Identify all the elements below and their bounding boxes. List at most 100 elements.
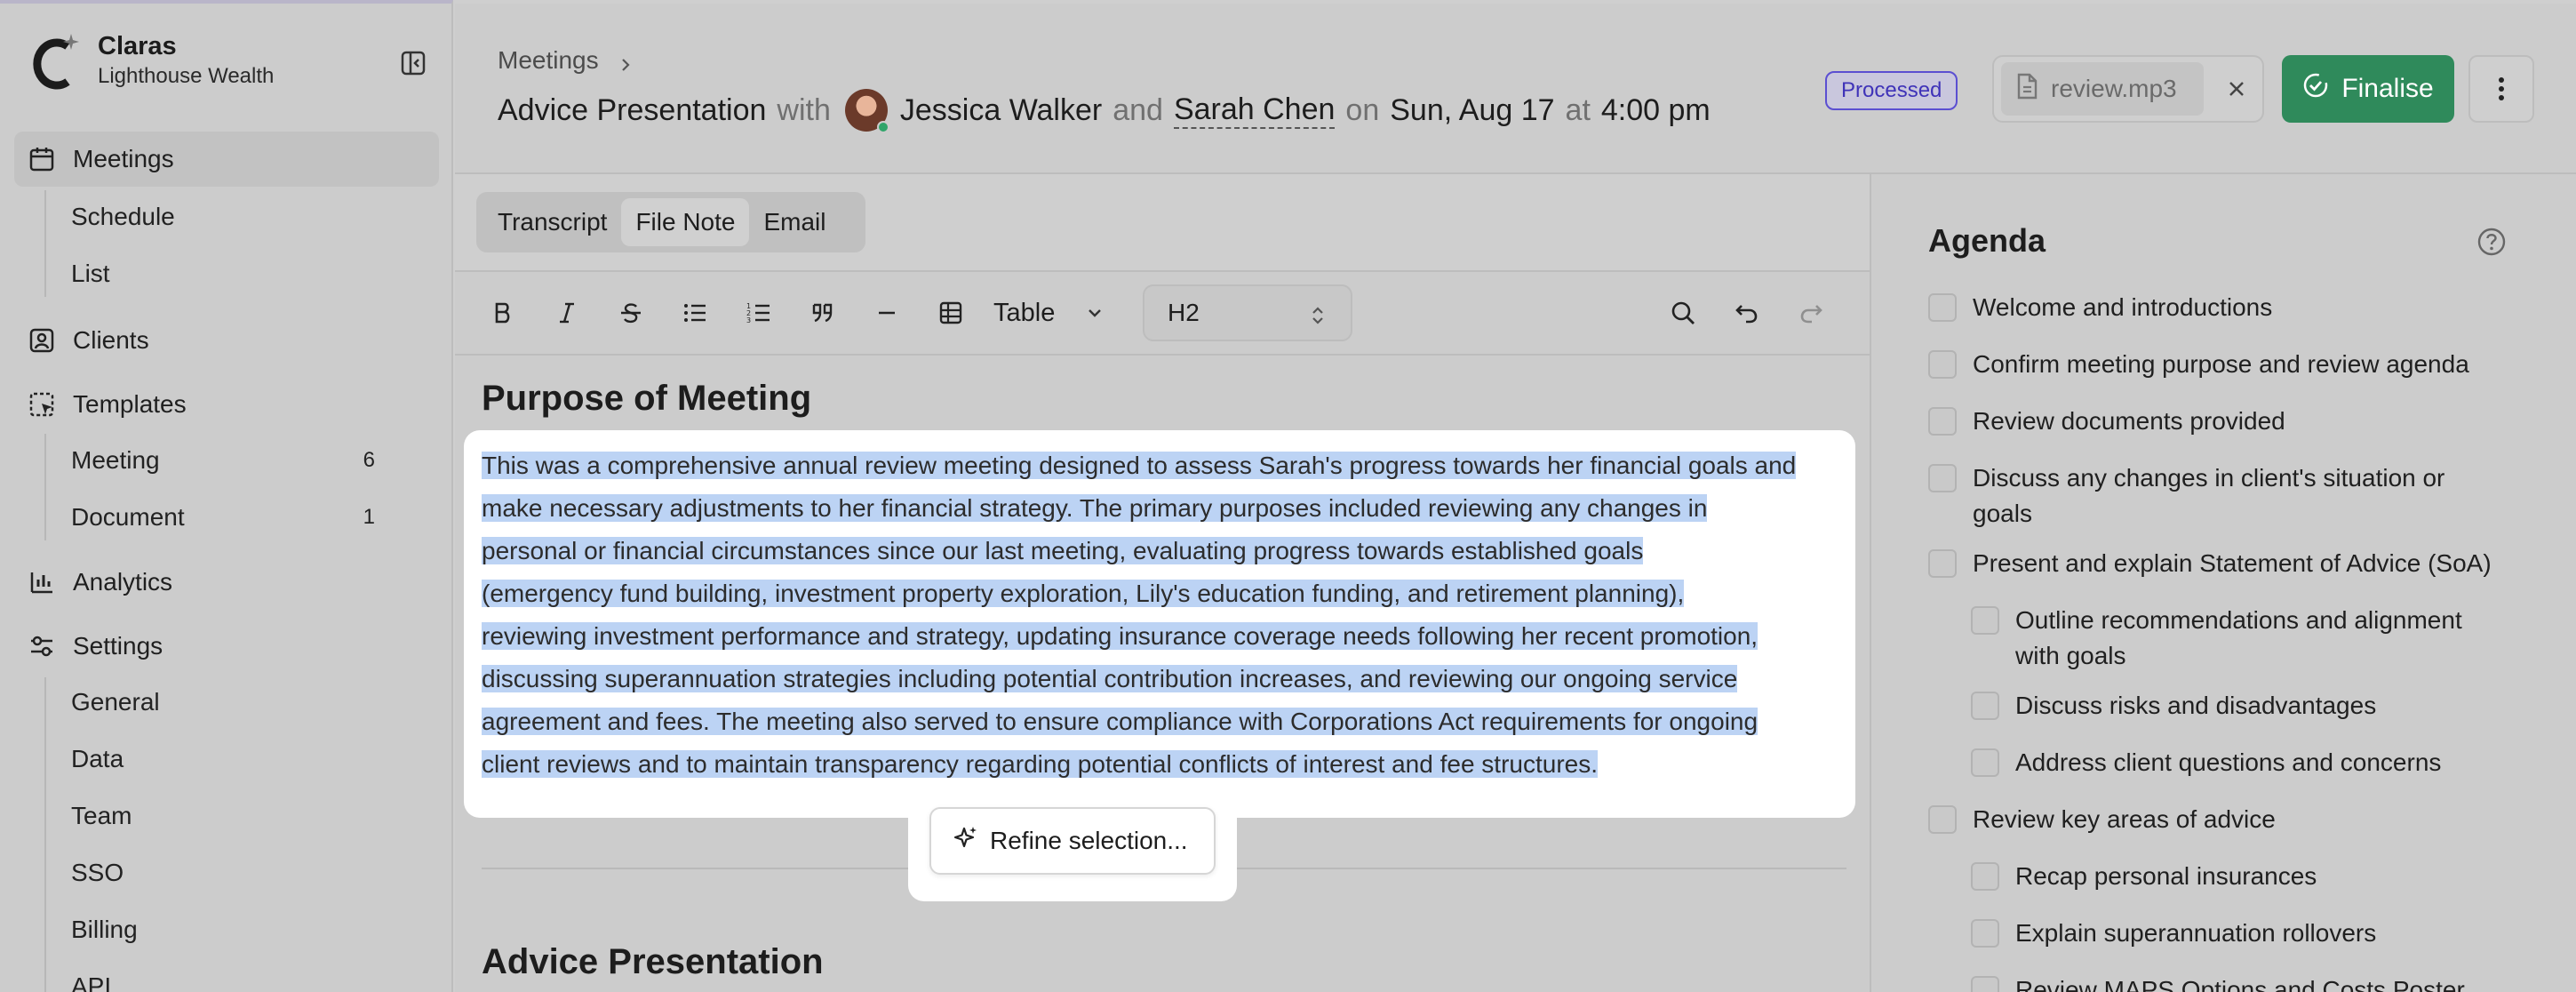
- sidebar-item-label: Billing: [71, 916, 138, 943]
- chevron-updown-icon: [1308, 304, 1328, 332]
- redo-icon[interactable]: [1793, 295, 1829, 331]
- paragraph-line: This was a comprehensive annual review m…: [482, 452, 1797, 479]
- sidebar-item-settings[interactable]: Settings: [14, 619, 439, 674]
- tab-email[interactable]: Email: [749, 198, 840, 246]
- bold-icon[interactable]: [485, 295, 521, 331]
- sidebar-item-label: Schedule: [71, 203, 175, 230]
- agenda-subitem[interactable]: Recap personal insurances: [1971, 859, 2540, 894]
- agenda-subitem[interactable]: Discuss risks and disadvantages: [1971, 688, 2540, 724]
- agenda-subitem[interactable]: Review MAPS Options and Costs Poster: [1971, 972, 2540, 992]
- sidebar-item-billing[interactable]: Billing: [71, 905, 391, 955]
- audio-file[interactable]: review.mp3: [2001, 62, 2204, 116]
- sidebar-item-api[interactable]: API: [71, 962, 391, 992]
- file-icon: [2015, 73, 2038, 106]
- sidebar-item-label: Settings: [73, 632, 163, 660]
- sidebar-item-sso[interactable]: SSO: [71, 848, 391, 898]
- file-note-editor[interactable]: Purpose of Meeting This was a comprehens…: [455, 356, 1870, 992]
- breadcrumb: Meetings: [498, 46, 634, 75]
- agenda-subitem[interactable]: Outline recommendations and alignment wi…: [1971, 603, 2504, 674]
- purpose-paragraph[interactable]: This was a comprehensive annual review m…: [482, 444, 1868, 786]
- submenu-line: [44, 434, 46, 540]
- sidebar-item-schedule[interactable]: Schedule: [71, 192, 391, 242]
- sidebar-item-clients[interactable]: Clients: [14, 313, 439, 368]
- agenda-item-label: Discuss risks and disadvantages: [2015, 692, 2377, 719]
- agenda-checkbox[interactable]: [1928, 464, 1957, 492]
- agenda-checkbox[interactable]: [1928, 350, 1957, 379]
- agenda-checkbox[interactable]: [1971, 748, 1999, 777]
- bullet-list-icon[interactable]: [677, 295, 713, 331]
- table-icon[interactable]: [933, 295, 969, 331]
- sidebar-item-label: Document: [71, 503, 185, 531]
- sidebar-item-label: General: [71, 688, 160, 716]
- undo-icon[interactable]: [1729, 295, 1765, 331]
- client-name-secondary[interactable]: Sarah Chen: [1173, 92, 1336, 129]
- brand-org: Lighthouse Wealth: [98, 64, 275, 88]
- numbered-list-icon[interactable]: 123: [741, 295, 777, 331]
- sidebar-item-meetings[interactable]: Meetings: [14, 132, 439, 187]
- breadcrumb-meetings[interactable]: Meetings: [498, 46, 599, 75]
- agenda-item[interactable]: Welcome and introductions: [1928, 290, 2550, 325]
- agenda-checkbox[interactable]: [1971, 919, 1999, 948]
- status-badge: Processed: [1825, 71, 1958, 110]
- sidebar-item-label: API: [71, 972, 112, 992]
- agenda-checkbox[interactable]: [1928, 293, 1957, 322]
- count-badge: 6: [363, 448, 375, 472]
- brand-name: Claras: [98, 32, 177, 60]
- agenda-item-label: Explain superannuation rollovers: [2015, 919, 2377, 947]
- refine-selection-button[interactable]: Refine selection...: [929, 807, 1216, 875]
- agenda-checkbox[interactable]: [1971, 976, 1999, 992]
- tab-transcript[interactable]: Transcript: [483, 198, 621, 246]
- avatar: [844, 89, 889, 133]
- agenda-item-label: Outline recommendations and alignment wi…: [2015, 606, 2462, 669]
- sidebar-item-general[interactable]: General: [71, 677, 391, 727]
- agenda-checkbox[interactable]: [1971, 692, 1999, 720]
- agenda-checkbox[interactable]: [1928, 805, 1957, 834]
- meeting-header: Meetings Advice Presentation with Jessic…: [455, 4, 2576, 174]
- more-vertical-icon[interactable]: [2468, 55, 2534, 123]
- finalise-button[interactable]: Finalise: [2282, 55, 2454, 123]
- tab-file-note[interactable]: File Note: [621, 198, 750, 246]
- sidebar-item-team[interactable]: Team: [71, 791, 391, 841]
- paragraph-line: (emergency fund building, investment pro…: [482, 580, 1685, 607]
- heading-level-select[interactable]: H2: [1143, 284, 1352, 341]
- close-icon[interactable]: [2223, 76, 2250, 102]
- agenda-checkbox[interactable]: [1971, 606, 1999, 635]
- meeting-date[interactable]: Sun, Aug 17: [1390, 93, 1554, 128]
- template-icon: [27, 389, 57, 420]
- quote-icon[interactable]: [805, 295, 841, 331]
- meeting-type: Advice Presentation: [498, 92, 767, 127]
- client-name-primary[interactable]: Jessica Walker: [900, 93, 1102, 128]
- chevron-down-icon[interactable]: [1077, 295, 1113, 331]
- sidebar-item-analytics[interactable]: Analytics: [14, 555, 439, 610]
- sidebar-item-meeting-templates[interactable]: Meeting 6: [71, 436, 391, 485]
- strikethrough-icon[interactable]: [613, 295, 649, 331]
- agenda-item[interactable]: Confirm meeting purpose and review agend…: [1928, 347, 2550, 382]
- sidebar-item-list[interactable]: List: [71, 249, 391, 299]
- horizontal-rule-icon[interactable]: [869, 295, 905, 331]
- brand[interactable]: Claras Lighthouse Wealth: [32, 30, 274, 91]
- meeting-time[interactable]: 4:00 pm: [1601, 93, 1711, 128]
- agenda-checkbox[interactable]: [1928, 407, 1957, 436]
- svg-text:3: 3: [746, 316, 751, 324]
- section-heading-advice[interactable]: Advice Presentation: [482, 942, 824, 982]
- agenda-item[interactable]: Present and explain Statement of Advice …: [1928, 546, 2550, 581]
- agenda-subitem[interactable]: Explain superannuation rollovers: [1971, 916, 2540, 951]
- agenda-subitem[interactable]: Address client questions and concerns: [1971, 745, 2540, 780]
- collapse-sidebar-icon[interactable]: [396, 46, 430, 80]
- settings-icon: [27, 631, 57, 661]
- section-heading-purpose[interactable]: Purpose of Meeting: [482, 379, 811, 419]
- search-icon[interactable]: [1665, 295, 1701, 331]
- agenda-item[interactable]: Review documents provided: [1928, 404, 2550, 439]
- sidebar-item-document-templates[interactable]: Document 1: [71, 492, 391, 542]
- agenda-item-label: Address client questions and concerns: [2015, 748, 2442, 776]
- agenda-checkbox[interactable]: [1971, 862, 1999, 891]
- agenda-item[interactable]: Review key areas of advice: [1928, 802, 2550, 837]
- sidebar-item-templates[interactable]: Templates: [14, 377, 439, 432]
- help-icon[interactable]: [2476, 226, 2508, 258]
- with-word: with: [777, 92, 831, 127]
- sidebar-item-data[interactable]: Data: [71, 734, 391, 784]
- table-label[interactable]: Table: [993, 299, 1055, 328]
- italic-icon[interactable]: [549, 295, 585, 331]
- agenda-item[interactable]: Discuss any changes in client's situatio…: [1928, 460, 2488, 532]
- agenda-checkbox[interactable]: [1928, 549, 1957, 578]
